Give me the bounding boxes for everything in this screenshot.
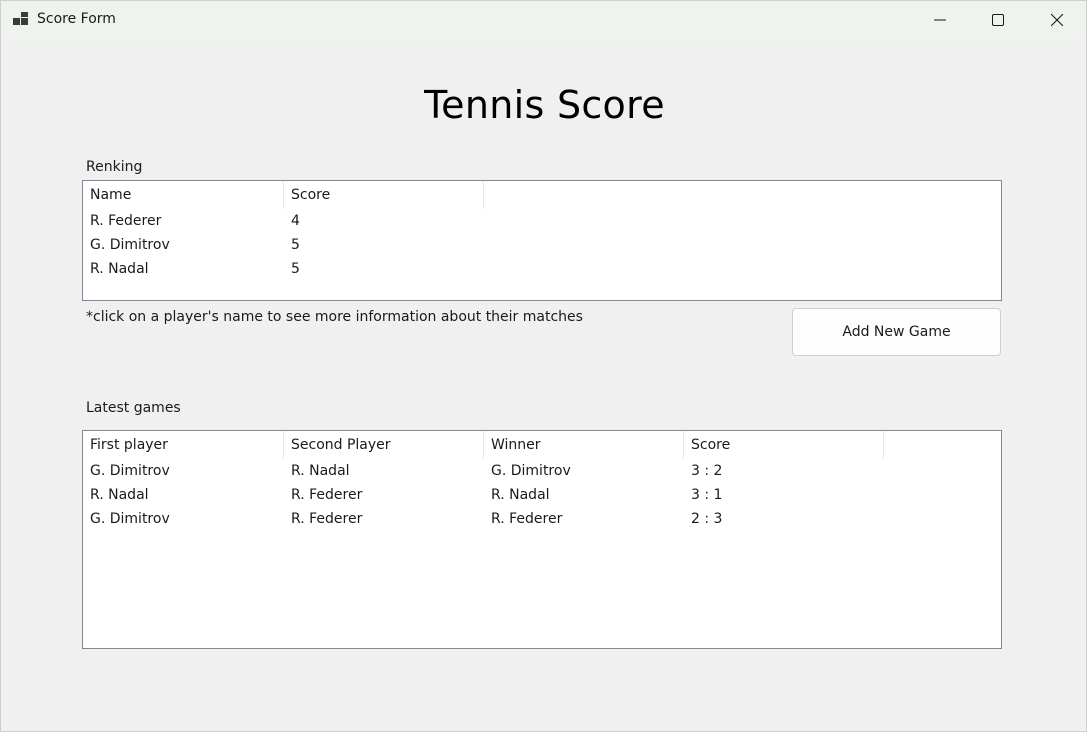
second-player-cell: R. Federer xyxy=(291,487,363,503)
minimize-button[interactable] xyxy=(911,1,969,39)
ranking-header: Name Score xyxy=(83,181,1001,209)
player-name[interactable]: R. Federer xyxy=(83,209,284,233)
score-cell: 2 : 3 xyxy=(691,511,723,527)
game-row[interactable]: R. Nadal R. Federer R. Nadal 3 : 1 xyxy=(83,483,1001,507)
add-new-game-button[interactable]: Add New Game xyxy=(792,308,1001,356)
latest-games-label: Latest games xyxy=(86,400,181,416)
app-icon xyxy=(13,12,28,25)
first-player-cell: G. Dimitrov xyxy=(90,511,170,527)
player-name[interactable]: G. Dimitrov xyxy=(83,233,284,257)
player-score: 4 xyxy=(291,213,300,229)
page-title: Tennis Score xyxy=(424,83,665,127)
game-row[interactable]: G. Dimitrov R. Nadal G. Dimitrov 3 : 2 xyxy=(83,459,1001,483)
score-cell: 3 : 1 xyxy=(691,487,723,503)
ranking-row[interactable]: R. Federer 4 xyxy=(83,209,1001,233)
column-header-first-player[interactable]: First player xyxy=(83,431,284,459)
close-button[interactable] xyxy=(1028,1,1086,39)
winner-cell: G. Dimitrov xyxy=(491,463,571,479)
maximize-icon xyxy=(992,14,1004,26)
window-title: Score Form xyxy=(37,11,116,27)
column-header-second-player[interactable]: Second Player xyxy=(284,431,484,459)
second-player-cell: R. Federer xyxy=(291,511,363,527)
column-header-winner[interactable]: Winner xyxy=(484,431,684,459)
second-player-cell: R. Nadal xyxy=(291,463,350,479)
winner-cell: R. Nadal xyxy=(491,487,550,503)
column-header-name[interactable]: Name xyxy=(83,181,284,209)
player-score: 5 xyxy=(291,237,300,253)
first-player-cell: G. Dimitrov xyxy=(90,463,170,479)
ranking-list[interactable]: Name Score R. Federer 4 G. Dimitrov 5 R.… xyxy=(82,180,1002,301)
first-player-cell: R. Nadal xyxy=(90,487,149,503)
ranking-hint: *click on a player's name to see more in… xyxy=(86,309,583,325)
column-header-score[interactable]: Score xyxy=(684,431,884,459)
ranking-label: Renking xyxy=(86,159,143,175)
close-icon xyxy=(1051,14,1063,26)
minimize-icon xyxy=(934,19,946,21)
maximize-button[interactable] xyxy=(969,1,1027,39)
ranking-row[interactable]: G. Dimitrov 5 xyxy=(83,233,1001,257)
score-form-window: Score Form Tennis Score Renking Name Sco… xyxy=(0,0,1087,732)
title-bar[interactable]: Score Form xyxy=(1,1,1086,39)
winner-cell: R. Federer xyxy=(491,511,563,527)
player-score: 5 xyxy=(291,261,300,277)
latest-games-header: First player Second Player Winner Score xyxy=(83,431,1001,459)
game-row[interactable]: G. Dimitrov R. Federer R. Federer 2 : 3 xyxy=(83,507,1001,531)
ranking-row[interactable]: R. Nadal 5 xyxy=(83,257,1001,281)
latest-games-list[interactable]: First player Second Player Winner Score … xyxy=(82,430,1002,649)
column-header-score[interactable]: Score xyxy=(284,181,484,209)
score-cell: 3 : 2 xyxy=(691,463,723,479)
player-name[interactable]: R. Nadal xyxy=(83,257,284,281)
